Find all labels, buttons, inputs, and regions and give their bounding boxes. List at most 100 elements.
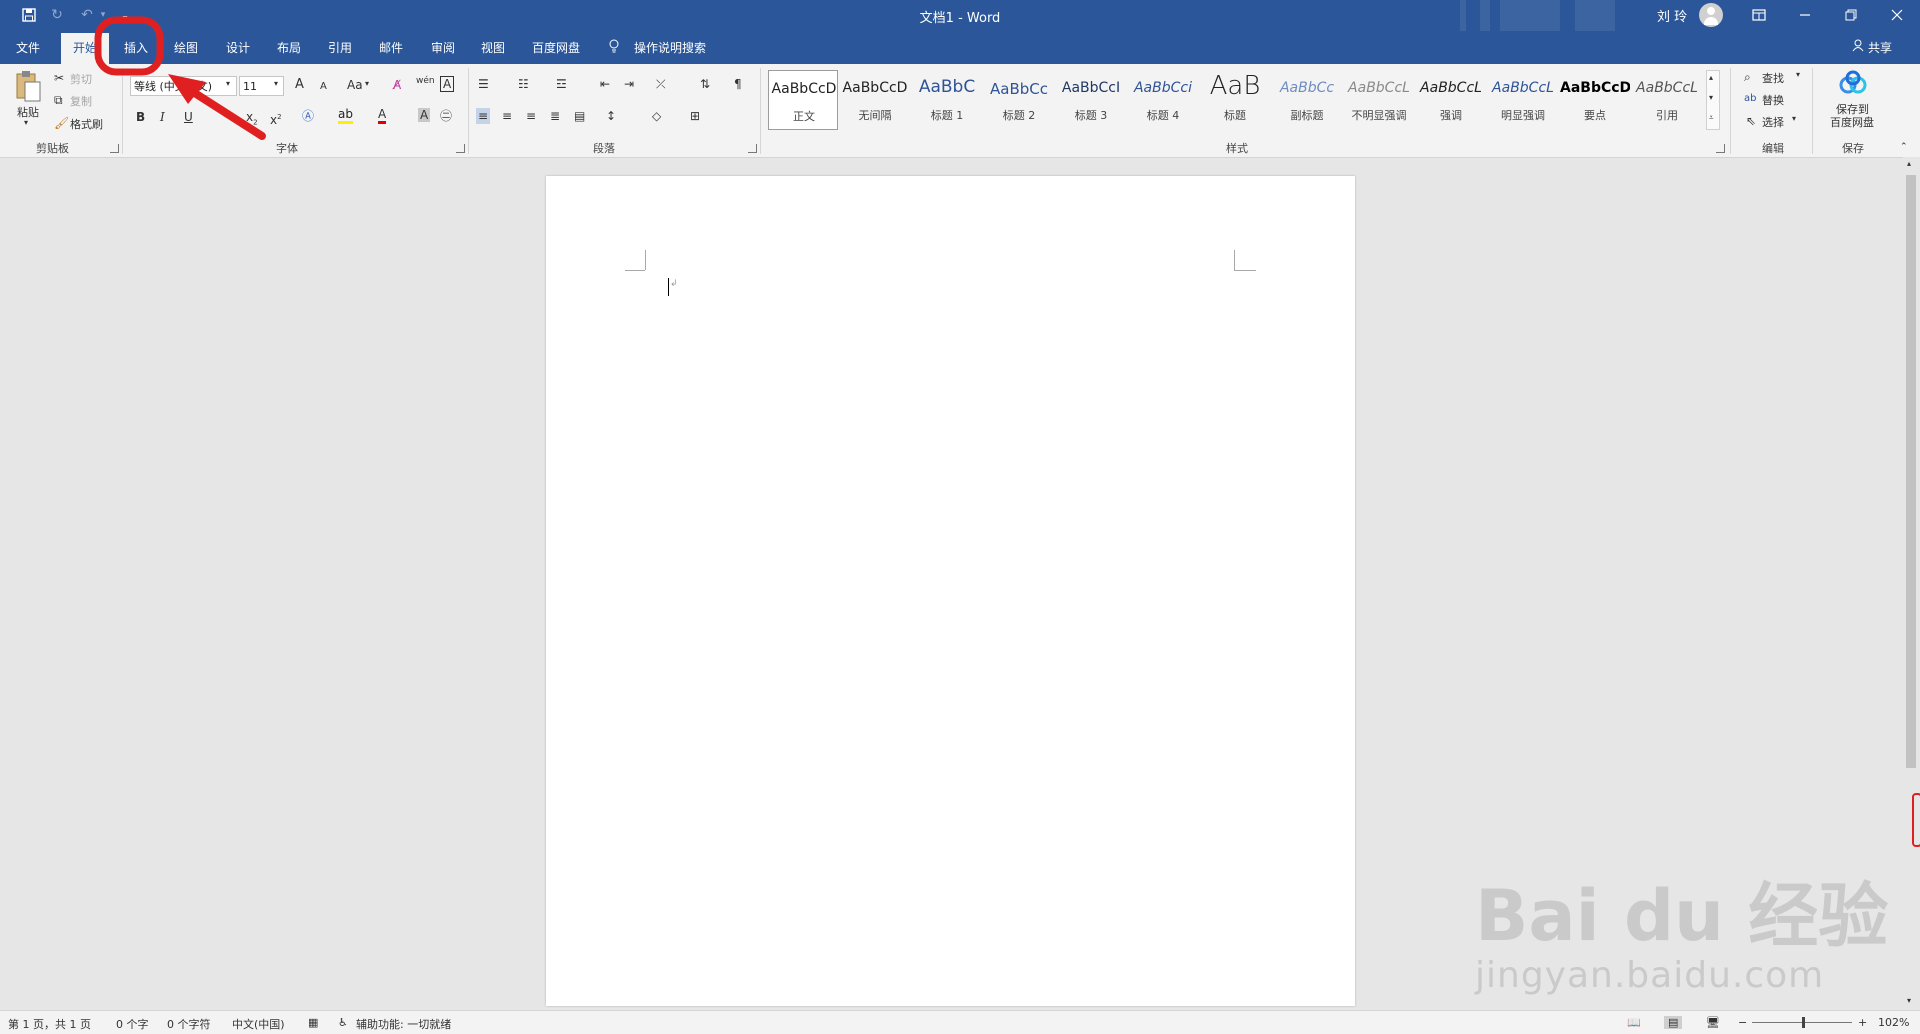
chevron-down-icon[interactable]: ▾ [24,118,28,127]
dialog-launcher-icon[interactable] [1716,144,1725,153]
status-page[interactable]: 第 1 页，共 1 页 [8,1016,91,1032]
scrollbar-thumb[interactable] [1906,175,1916,768]
minimize-icon[interactable] [1782,4,1828,26]
copy-icon: ⧉ [54,93,63,107]
enclose-char-icon[interactable]: ㊁ [440,108,452,124]
status-chars[interactable]: 0 个字符 [167,1016,211,1032]
style-subtitle[interactable]: AaBbCc 副标题 [1272,70,1342,130]
dialog-launcher-icon[interactable] [110,144,119,153]
align-center-icon[interactable]: ≡ [502,108,512,124]
text-effects-icon[interactable]: Ⓐ [302,108,314,124]
user-name[interactable]: 刘 玲 [1657,6,1687,25]
dialog-launcher-icon[interactable] [456,144,465,153]
zoom-in-icon[interactable]: + [1858,1016,1867,1029]
gallery-scroll[interactable]: ▴ ▾ ⩡ [1706,70,1720,130]
zoom-level[interactable]: 102% [1878,1016,1909,1029]
style-subtle-emphasis[interactable]: AaBbCcL 不明显强调 [1344,70,1414,130]
change-case-button[interactable]: Aa [347,77,363,93]
avatar[interactable] [1699,3,1723,27]
share-button[interactable]: 共享 [1868,39,1892,56]
dialog-launcher-icon[interactable] [748,144,757,153]
justify-icon[interactable]: ≣ [550,108,560,124]
tab-layout[interactable]: 布局 [277,39,301,56]
multilevel-list-icon[interactable]: ☲ [556,76,567,92]
close-icon[interactable] [1874,4,1920,26]
macro-record-icon[interactable]: ▦ [308,1016,318,1029]
document-page[interactable]: ↲ [546,176,1355,1006]
tab-baidu-netdisk[interactable]: 百度网盘 [532,39,580,56]
ribbon-display-icon[interactable] [1736,4,1782,26]
styles-gallery: AaBbCcD 正文 AaBbCcD 无间隔 AaBbC 标题 1 AaBbCc 标题 … [768,70,1726,130]
chevron-down-icon[interactable]: ▾ [365,79,369,88]
align-left-icon[interactable]: ≡ [476,108,491,124]
select-button[interactable]: 选择 [1762,114,1784,130]
distributed-icon[interactable]: ▤ [574,108,585,124]
chevron-up-icon[interactable]: ▴ [1907,159,1911,168]
style-title[interactable]: AaB 标题 [1200,70,1270,130]
print-layout-icon[interactable]: ▤ [1664,1016,1683,1029]
group-divider [1812,68,1813,154]
bullets-icon[interactable]: ☰ [478,76,489,92]
align-right-icon[interactable]: ≡ [526,108,536,124]
zoom-slider-thumb[interactable] [1802,1017,1805,1028]
increase-indent-icon[interactable]: ⇥ [624,76,634,92]
tab-review[interactable]: 审阅 [431,39,455,56]
chevron-down-icon[interactable]: ▾ [1792,114,1796,123]
title-bar: ↻ ↶ ▾ ₌ 文档1 - Word 刘 玲 [0,0,1920,31]
char-border-button[interactable]: A [440,76,455,92]
font-color-button[interactable]: A [378,108,387,124]
style-normal[interactable]: AaBbCcD 正文 [768,70,838,130]
style-emphasis[interactable]: AaBbCcL 强调 [1416,70,1486,130]
replace-button[interactable]: 替换 [1762,92,1784,108]
style-heading-2[interactable]: AaBbCc 标题 2 [984,70,1054,130]
tab-references[interactable]: 引用 [328,39,352,56]
annotation-arrow-shaft [186,86,266,140]
style-no-spacing[interactable]: AaBbCcD 无间隔 [840,70,910,130]
tab-view[interactable]: 视图 [481,39,505,56]
restore-icon[interactable] [1828,4,1874,26]
tab-mailings[interactable]: 邮件 [379,39,403,56]
style-quote[interactable]: AaBbCcL 引用 [1632,70,1702,130]
vertical-scrollbar[interactable]: ▴ ▾ [1903,157,1920,1010]
status-language[interactable]: 中文(中国) [232,1016,285,1032]
find-button[interactable]: 查找 [1762,70,1784,86]
tell-me-search[interactable]: 操作说明搜索 [634,39,706,56]
chevron-down-icon[interactable]: ▾ [1907,996,1911,1005]
style-strong[interactable]: AaBbCcD 要点 [1560,70,1630,130]
decrease-indent-icon[interactable]: ⇤ [600,76,610,92]
phonetic-guide-button[interactable]: wén [416,73,435,89]
collapse-ribbon-icon[interactable]: ⌃ [1900,142,1908,152]
read-mode-icon[interactable]: 📖 [1627,1016,1641,1029]
tab-file[interactable]: 文件 [16,39,40,56]
style-heading-3[interactable]: AaBbCcI 标题 3 [1056,70,1126,130]
status-words[interactable]: 0 个字 [116,1016,149,1032]
show-marks-icon[interactable]: ¶ [734,76,742,92]
borders-icon[interactable]: ⊞ [690,108,700,124]
highlight-icon[interactable]: ab [338,108,353,124]
chevron-up-icon[interactable]: ▴ [1709,73,1713,82]
expand-gallery-icon[interactable]: ⩡ [1709,113,1714,123]
clear-formatting-icon[interactable]: A̸ [393,77,401,93]
copy-button[interactable]: 复制 [70,93,92,109]
baidu-netdisk-icon[interactable] [1838,70,1868,96]
style-heading-1[interactable]: AaBbC 标题 1 [912,70,982,130]
style-intense-emphasis[interactable]: AaBbCcL 明显强调 [1488,70,1558,130]
numbering-icon[interactable]: ☷ [518,76,529,92]
watermark-logo: Bai du 经验 [1475,875,1889,957]
grow-font-button[interactable]: A [295,77,304,93]
zoom-out-icon[interactable]: − [1738,1016,1747,1029]
status-accessibility[interactable]: 辅助功能: 一切就绪 [356,1016,451,1032]
save-to-baidu-line2[interactable]: 百度网盘 [1830,114,1874,130]
line-spacing-icon[interactable]: ↕ [606,108,616,124]
chevron-down-icon[interactable]: ▾ [1709,93,1713,102]
char-shading-icon[interactable]: A [418,108,431,122]
sort-icon[interactable]: ⇅ [700,76,710,92]
chinese-layout-icon[interactable]: ⤫ [656,76,666,92]
shrink-font-button[interactable]: A [320,79,327,95]
chevron-down-icon[interactable]: ▾ [1796,70,1800,79]
web-layout-icon[interactable]: 🖥 [1706,1016,1720,1029]
style-heading-4[interactable]: AaBbCci 标题 4 [1128,70,1198,130]
cut-button[interactable]: 剪切 [70,71,92,87]
paste-icon[interactable] [14,70,42,104]
shading-icon[interactable]: ◇ [652,108,661,124]
